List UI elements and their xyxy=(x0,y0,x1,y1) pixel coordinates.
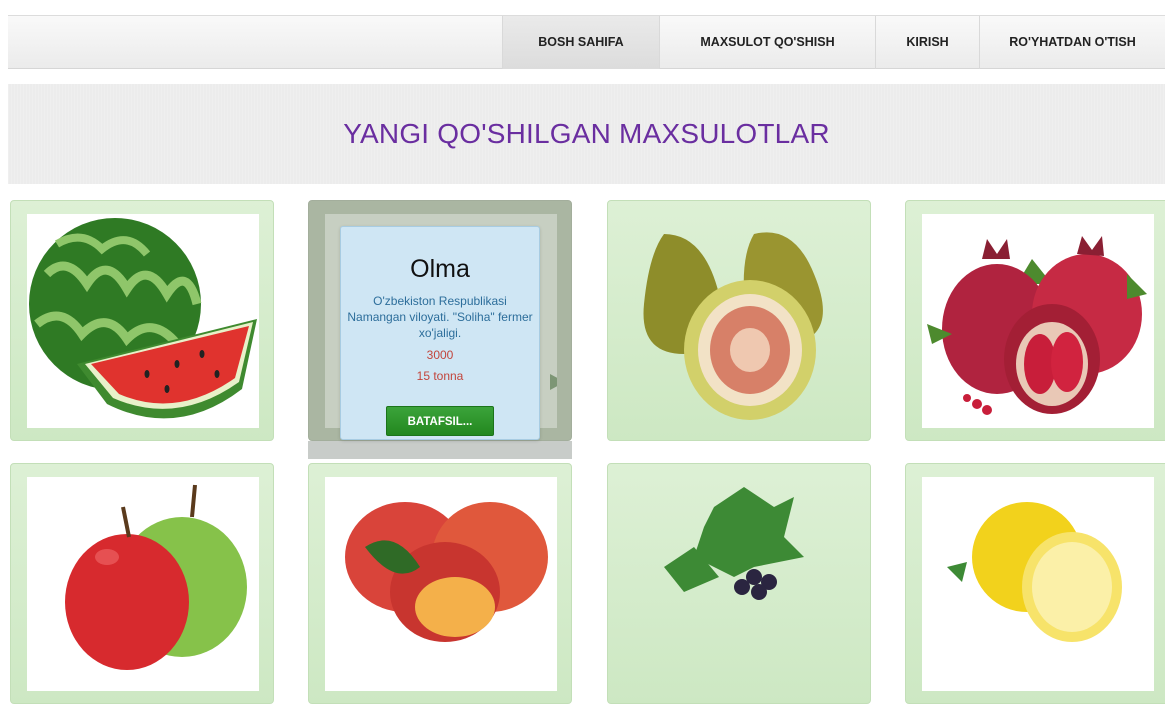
popup-price: 3000 xyxy=(426,348,454,362)
nav-kirish[interactable]: KIRISH xyxy=(875,16,979,69)
nav-royhatdan-otish[interactable]: RO'YHATDAN O'TISH xyxy=(979,16,1165,69)
popup-description: O'zbekiston Respublikasi Namangan viloya… xyxy=(347,294,533,340)
product-popup: Olma O'zbekiston Respublikasi Namangan v… xyxy=(340,226,540,440)
product-card-watermelon[interactable] xyxy=(10,200,274,441)
product-image-fig[interactable] xyxy=(624,214,856,428)
product-image-lemon[interactable] xyxy=(922,477,1154,691)
product-card-peach[interactable] xyxy=(308,463,572,704)
product-image-watermelon[interactable] xyxy=(27,214,259,428)
nav-bosh-sahifa[interactable]: BOSH SAHIFA xyxy=(502,16,659,69)
details-button[interactable]: BATAFSIL... xyxy=(386,406,494,436)
top-navbar: BOSH SAHIFA MAXSULOT QO'SHISH KIRISH RO'… xyxy=(8,15,1165,69)
product-card-grapes[interactable] xyxy=(607,463,871,704)
product-card-lemon[interactable] xyxy=(905,463,1165,704)
popup-title: Olma xyxy=(410,255,470,283)
product-card-apples[interactable] xyxy=(10,463,274,704)
product-card-pomegranate[interactable] xyxy=(905,200,1165,441)
popup-quantity: 15 tonna xyxy=(416,369,464,383)
hover-strip xyxy=(308,441,572,459)
product-image-peach[interactable] xyxy=(325,477,557,691)
product-card-fig[interactable] xyxy=(607,200,871,441)
page-title: YANGI QO'SHILGAN MAXSULOTLAR xyxy=(343,118,830,149)
product-image-apples[interactable] xyxy=(27,477,259,691)
nav-maxsulot-qoshish[interactable]: MAXSULOT QO'SHISH xyxy=(659,16,875,69)
hero-banner: YANGI QO'SHILGAN MAXSULOTLAR xyxy=(8,84,1165,184)
product-image-pomegranate[interactable] xyxy=(922,214,1154,428)
product-image-grapes[interactable] xyxy=(624,477,856,691)
